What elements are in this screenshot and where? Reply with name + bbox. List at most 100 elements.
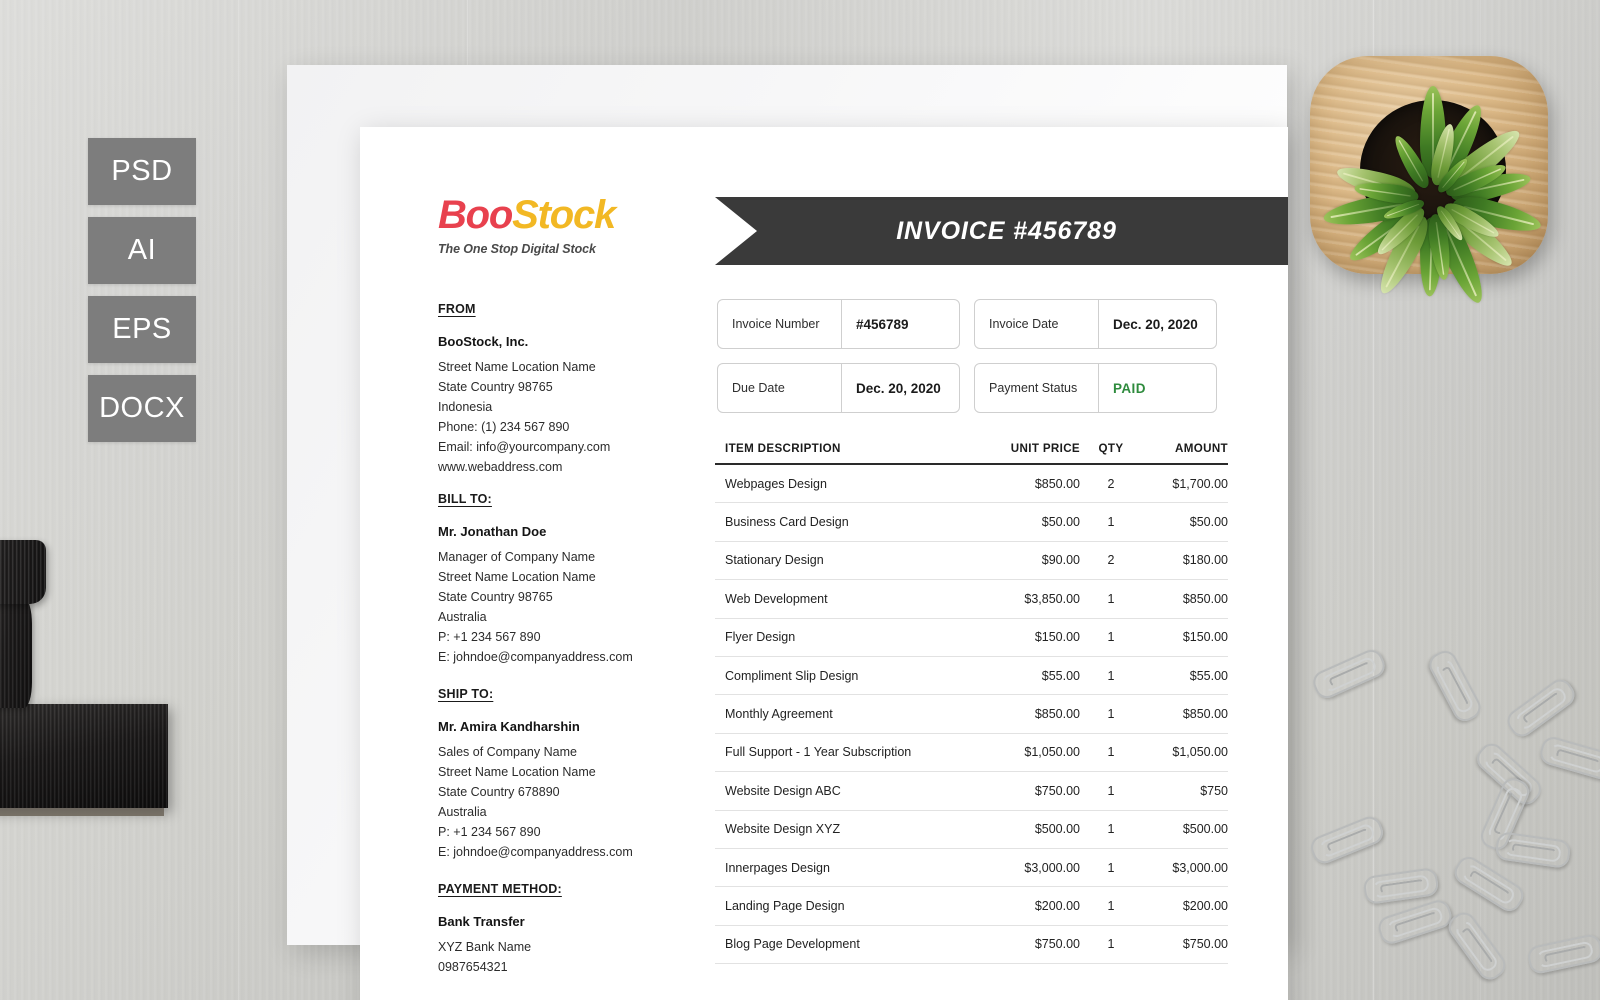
stamp-knob <box>0 540 46 604</box>
table-header-row: ITEM DESCRIPTION UNIT PRICE QTY AMOUNT <box>715 433 1228 465</box>
ship-to-line: State Country 678890 <box>438 785 560 799</box>
table-row: Website Design ABC $750.00 1 $750 <box>715 772 1228 811</box>
table-row: Flyer Design $150.00 1 $150.00 <box>715 619 1228 657</box>
cell-qty: 2 <box>1107 476 1115 491</box>
bill-to-line: Street Name Location Name <box>438 570 596 584</box>
table-row: Business Card Design $50.00 1 $50.00 <box>715 503 1228 542</box>
ship-to-line: Australia <box>438 805 487 819</box>
invoice-title: INVOICE #456789 <box>896 216 1117 245</box>
cell-unit-price: $55.00 <box>1041 668 1080 683</box>
logo-word-boo: Boo <box>438 193 513 237</box>
cell-amount: $150.00 <box>1182 630 1228 645</box>
table-row: Blog Page Development $750.00 1 $750.00 <box>715 926 1228 965</box>
cell-qty: 1 <box>1107 630 1115 645</box>
cell-qty: 1 <box>1107 898 1115 913</box>
invoice-paper-sheet: BooStock The One Stop Digital Stock INVO… <box>360 127 1288 1000</box>
payment-method-block: PAYMENT METHOD: Bank Transfer XYZ Bank N… <box>438 879 688 977</box>
cell-amount: $200.00 <box>1182 898 1228 913</box>
cell-qty: 1 <box>1107 707 1115 722</box>
column-header-amount: AMOUNT <box>1175 441 1228 455</box>
meta-label: Invoice Number <box>718 300 842 348</box>
wall-plank <box>238 0 240 1000</box>
cell-description: Landing Page Design <box>725 898 845 913</box>
bill-to-line: E: johndoe@companyaddress.com <box>438 650 633 664</box>
cell-amount: $55.00 <box>1189 668 1228 683</box>
column-header-description: ITEM DESCRIPTION <box>725 441 841 455</box>
meta-label: Payment Status <box>975 364 1099 412</box>
bill-to-line: Manager of Company Name <box>438 550 596 564</box>
cell-unit-price: $750.00 <box>1034 783 1080 798</box>
cell-amount: $850.00 <box>1182 707 1228 722</box>
table-row: Full Support - 1 Year Subscription $1,050… <box>715 734 1228 773</box>
cell-amount: $1,700.00 <box>1172 476 1228 491</box>
cell-qty: 1 <box>1107 668 1115 683</box>
logo-wordmark: BooStock <box>438 193 616 237</box>
cell-qty: 1 <box>1107 783 1115 798</box>
cell-amount: $750 <box>1200 783 1228 798</box>
cell-unit-price: $90.00 <box>1041 553 1080 568</box>
invoice-meta-grid: Invoice Number #456789 Invoice Date Dec.… <box>717 299 1217 413</box>
cell-amount: $50.00 <box>1189 515 1228 530</box>
company-logo: BooStock The One Stop Digital Stock <box>438 193 616 256</box>
cell-description: Blog Page Development <box>725 937 860 952</box>
format-badge-ai: AI <box>88 217 196 284</box>
payment-method-line: XYZ Bank Name <box>438 940 532 954</box>
bill-to-heading: BILL TO: <box>438 492 492 506</box>
cell-description: Innerpages Design <box>725 860 830 875</box>
meta-box-payment-status: Payment Status PAID <box>974 363 1217 413</box>
cell-qty: 1 <box>1107 860 1115 875</box>
from-line: State Country 98765 <box>438 380 553 394</box>
bill-to-line: State Country 98765 <box>438 590 553 604</box>
cell-amount: $850.00 <box>1182 591 1228 606</box>
meta-value: Dec. 20, 2020 <box>856 380 941 396</box>
invoice-title-ribbon: INVOICE #456789 <box>715 197 1288 265</box>
ship-to-line: P: +1 234 567 890 <box>438 825 541 839</box>
cell-description: Full Support - 1 Year Subscription <box>725 745 912 760</box>
line-items-table: ITEM DESCRIPTION UNIT PRICE QTY AMOUNT W… <box>715 433 1228 965</box>
table-body: Webpages Design $850.00 2 $1,700.00 Business… <box>715 465 1228 965</box>
cell-unit-price: $850.00 <box>1034 707 1080 722</box>
bill-to-line: P: +1 234 567 890 <box>438 630 541 644</box>
meta-value: #456789 <box>856 316 909 332</box>
payment-method-line: 0987654321 <box>438 960 508 974</box>
ship-to-block: SHIP TO: Mr. Amira Kandharshin Sales of … <box>438 684 688 862</box>
table-row: Compliment Slip Design $55.00 1 $55.00 <box>715 657 1228 696</box>
cell-amount: $180.00 <box>1182 553 1228 568</box>
from-line: Street Name Location Name <box>438 360 596 374</box>
cell-unit-price: $150.00 <box>1034 630 1080 645</box>
payment-method-heading: PAYMENT METHOD: <box>438 882 562 896</box>
from-heading: FROM <box>438 302 476 316</box>
cell-description: Website Design ABC <box>725 783 841 798</box>
ship-to-line: E: johndoe@companyaddress.com <box>438 845 633 859</box>
from-block: FROM BooStock, Inc. Street Name Location… <box>438 299 688 477</box>
cell-unit-price: $850.00 <box>1034 476 1080 491</box>
cell-qty: 1 <box>1107 937 1115 952</box>
cell-description: Web Development <box>725 591 828 606</box>
potted-plant-prop <box>1298 38 1568 308</box>
cell-amount: $3,000.00 <box>1172 860 1228 875</box>
cell-unit-price: $3,850.00 <box>1024 591 1080 606</box>
table-row: Web Development $3,850.00 1 $850.00 <box>715 580 1228 619</box>
cell-description: Stationary Design <box>725 553 824 568</box>
cell-unit-price: $50.00 <box>1041 515 1080 530</box>
cell-qty: 1 <box>1107 822 1115 837</box>
cell-qty: 1 <box>1107 591 1115 606</box>
cell-description: Webpages Design <box>725 476 827 491</box>
from-name: BooStock, Inc. <box>438 334 529 349</box>
table-row: Innerpages Design $3,000.00 1 $3,000.00 <box>715 849 1228 888</box>
table-row: Landing Page Design $200.00 1 $200.00 <box>715 887 1228 926</box>
cell-amount: $500.00 <box>1182 822 1228 837</box>
from-line: www.webaddress.com <box>438 460 563 474</box>
meta-label: Due Date <box>718 364 842 412</box>
ship-to-heading: SHIP TO: <box>438 687 494 701</box>
table-row: Webpages Design $850.00 2 $1,700.00 <box>715 465 1228 504</box>
meta-box-invoice-date: Invoice Date Dec. 20, 2020 <box>974 299 1217 349</box>
format-badge-psd: PSD <box>88 138 196 205</box>
cell-unit-price: $3,000.00 <box>1024 860 1080 875</box>
bill-to-block: BILL TO: Mr. Jonathan Doe Manager of Com… <box>438 489 688 667</box>
format-badge-docx: DOCX <box>88 375 196 442</box>
cell-amount: $750.00 <box>1182 937 1228 952</box>
format-badge-list: PSD AI EPS DOCX <box>88 138 196 442</box>
cell-description: Monthly Agreement <box>725 707 833 722</box>
cell-amount: $1,050.00 <box>1172 745 1228 760</box>
